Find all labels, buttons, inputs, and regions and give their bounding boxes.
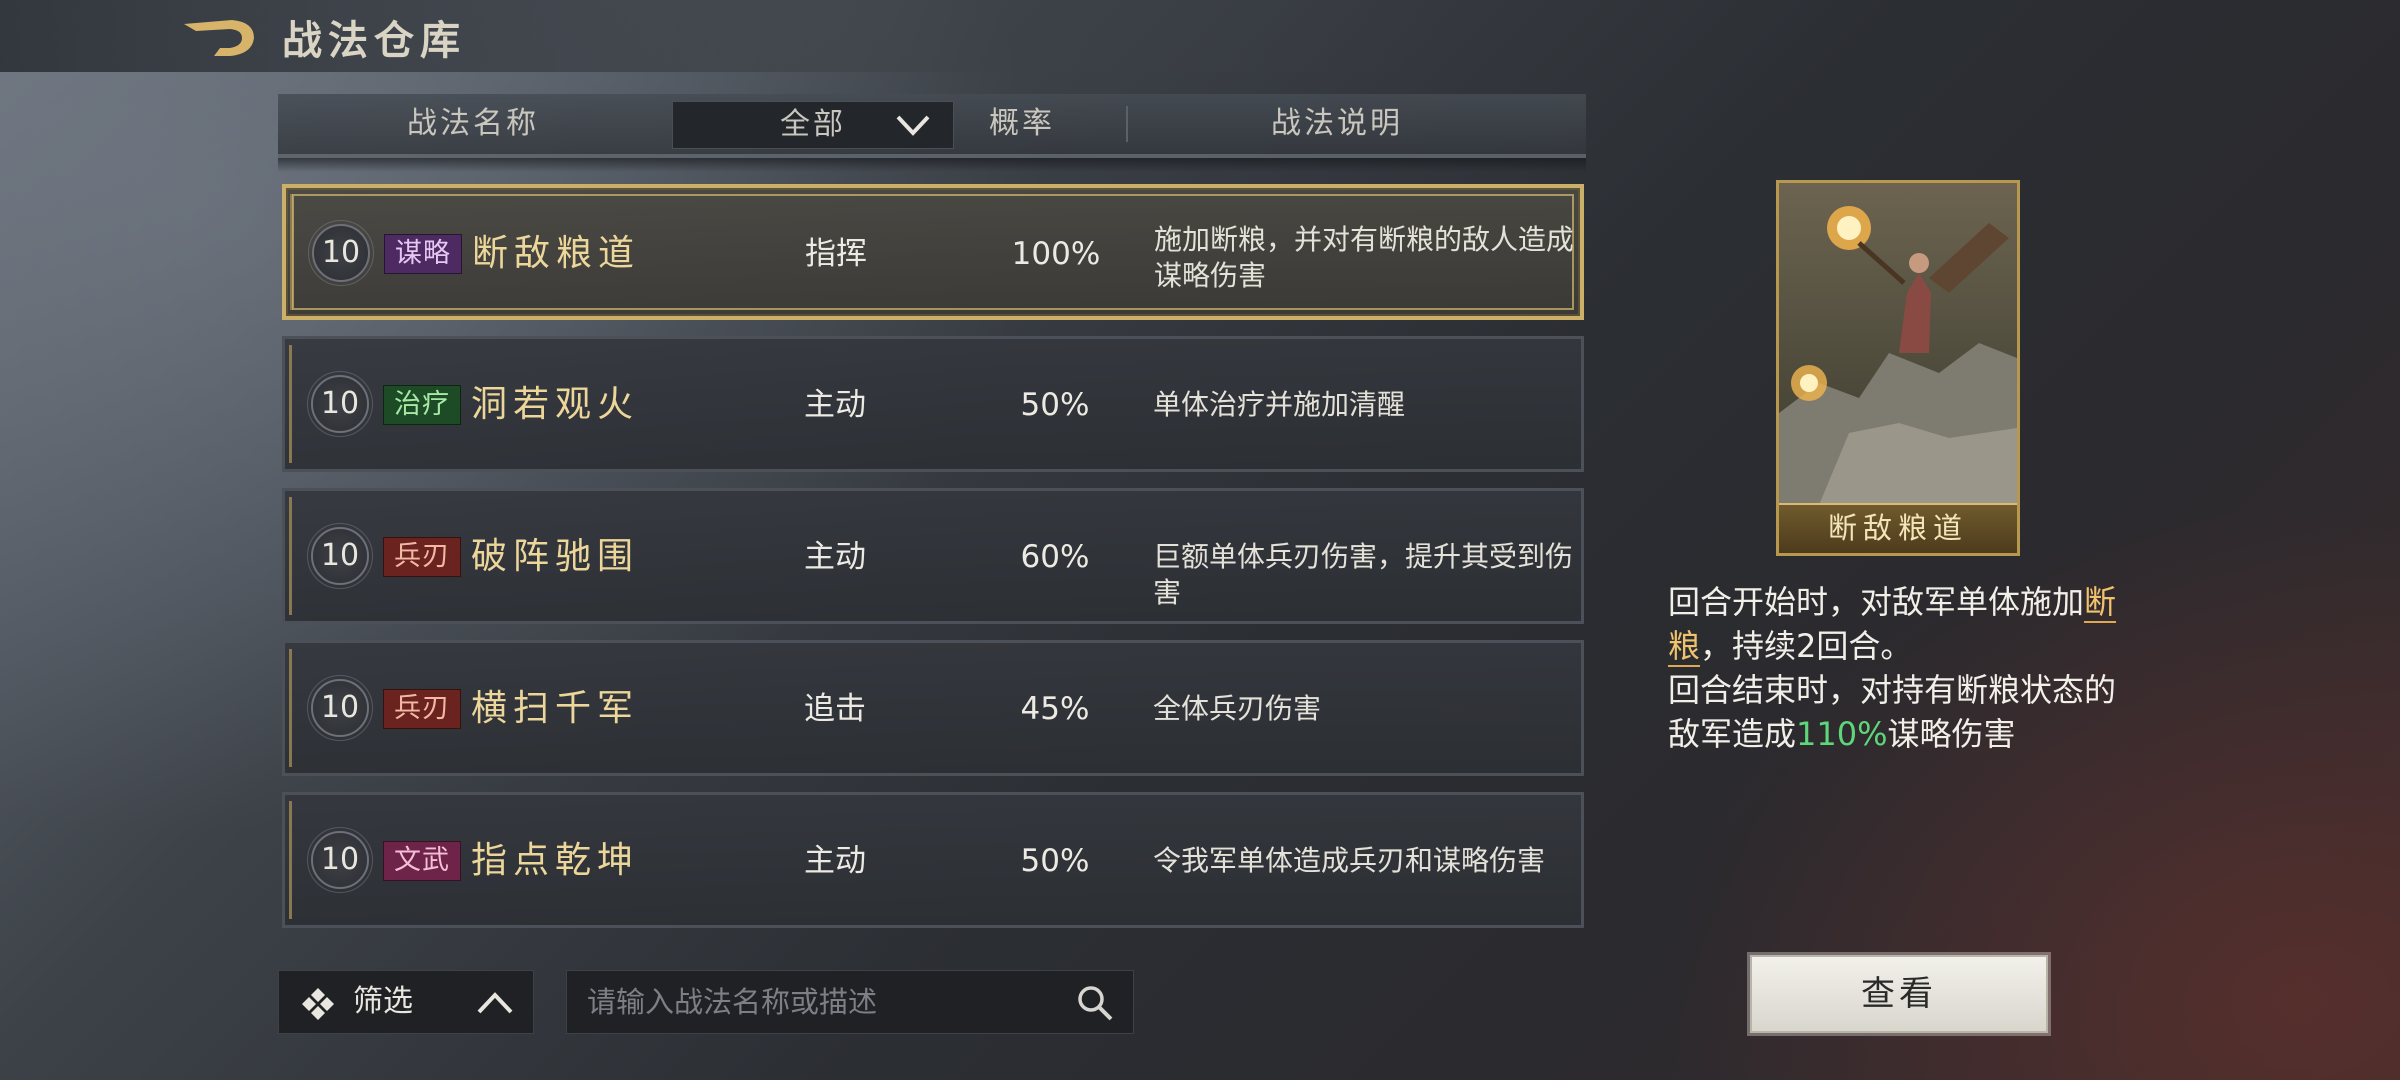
column-header-name: 战法名称 — [407, 106, 539, 141]
skill-kind: 主动 — [804, 387, 866, 423]
top-bar: 战法仓库 — [0, 0, 2400, 72]
skill-description: 单体治疗并施加清醒 — [1153, 388, 1406, 421]
skill-rate: 45% — [1020, 691, 1090, 727]
skill-type-tag: 治疗 — [383, 385, 461, 425]
type-filter-value: 全部 — [780, 107, 846, 142]
skill-level-badge: 10 — [307, 523, 373, 589]
skill-name: 横扫千军 — [471, 688, 640, 729]
skill-kind: 指挥 — [805, 236, 867, 272]
back-arrow-icon[interactable] — [180, 14, 260, 60]
detail-line1-post: ，持续2回合。 — [1700, 627, 1913, 665]
skill-row[interactable]: 10 谋略 断敌粮道 指挥 100% 施加断粮，并对有断粮的敌人造成谋略伤害 — [282, 184, 1584, 320]
detail-damage-value: 110% — [1796, 715, 1888, 753]
detail-line1-pre: 回合开始时，对敌军单体施加 — [1668, 583, 2085, 621]
skill-level-badge: 10 — [307, 675, 373, 741]
chevron-up-icon — [477, 992, 513, 1014]
skill-type-tag: 谋略 — [384, 234, 462, 274]
skill-row[interactable]: 10 文武 指点乾坤 主动 50% 令我军单体造成兵刃和谋略伤害 — [282, 792, 1584, 928]
filter-button[interactable]: 筛选 — [278, 970, 534, 1034]
skill-kind: 主动 — [804, 539, 866, 575]
skill-row[interactable]: 10 兵刃 破阵驰围 主动 60% 巨额单体兵刃伤害，提升其受到伤害 — [282, 488, 1584, 624]
filter-label: 筛选 — [353, 984, 413, 1019]
skill-name: 洞若观火 — [471, 384, 640, 425]
search-box[interactable]: 请输入战法名称或描述 — [566, 970, 1134, 1034]
skill-description: 巨额单体兵刃伤害，提升其受到伤害 — [1153, 540, 1574, 609]
page-title: 战法仓库 — [282, 17, 466, 64]
skill-level-badge: 10 — [307, 371, 373, 437]
skill-row[interactable]: 10 治疗 洞若观火 主动 50% 单体治疗并施加清醒 — [282, 336, 1584, 472]
skill-row[interactable]: 10 兵刃 横扫千军 追击 45% 全体兵刃伤害 — [282, 640, 1584, 776]
skill-rate: 50% — [1020, 843, 1090, 879]
diamond-filter-icon — [302, 988, 334, 1020]
column-header-rate: 概率 — [989, 106, 1055, 141]
skill-rate: 100% — [1011, 236, 1101, 272]
skill-name: 断敌粮道 — [472, 233, 641, 274]
skill-type-tag: 文武 — [383, 841, 461, 881]
skill-rate: 60% — [1020, 539, 1090, 575]
column-header-desc: 战法说明 — [1271, 106, 1403, 141]
skill-description: 全体兵刃伤害 — [1153, 692, 1322, 725]
skill-detail-text: 回合开始时，对敌军单体施加断粮，持续2回合。 回合结束时，对持有断粮状态的敌军造… — [1668, 580, 2138, 756]
skill-kind: 追击 — [804, 691, 866, 727]
search-icon[interactable] — [1075, 983, 1115, 1023]
skill-rate: 50% — [1020, 387, 1090, 423]
skill-list: 10 谋略 断敌粮道 指挥 100% 施加断粮，并对有断粮的敌人造成谋略伤害 10 治疗 洞若观… — [282, 184, 1584, 944]
skill-level-badge: 10 — [308, 220, 374, 286]
header-shadow — [278, 158, 1586, 172]
skill-name: 指点乾坤 — [471, 840, 640, 881]
skill-card-name: 断敌粮道 — [1779, 503, 2017, 553]
skill-type-tag: 兵刃 — [383, 537, 461, 577]
type-filter-dropdown[interactable]: 全部 — [672, 101, 954, 149]
search-placeholder: 请输入战法名称或描述 — [587, 985, 878, 1019]
skill-type-tag: 兵刃 — [383, 689, 461, 729]
skill-kind: 主动 — [804, 843, 866, 879]
detail-line2-post: 谋略伤害 — [1887, 715, 2016, 753]
list-header: 战法名称 全部 概率 战法说明 — [278, 94, 1586, 158]
skill-level-badge: 10 — [307, 827, 373, 893]
chevron-down-icon — [896, 115, 930, 136]
skill-description: 施加断粮，并对有断粮的敌人造成谋略伤害 — [1154, 223, 1575, 292]
skill-card: 断敌粮道 — [1776, 180, 2020, 556]
view-button[interactable]: 查看 — [1750, 955, 2048, 1033]
skill-description: 令我军单体造成兵刃和谋略伤害 — [1153, 844, 1546, 877]
skill-name: 破阵驰围 — [471, 536, 640, 577]
skill-card-art — [1779, 183, 2017, 505]
